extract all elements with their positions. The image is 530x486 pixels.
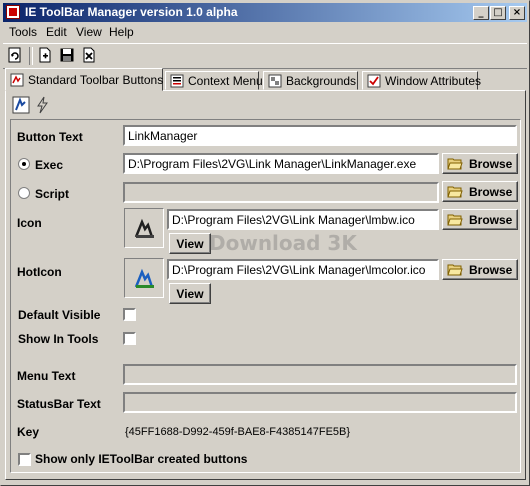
hoticon-label: HotIcon — [17, 265, 62, 279]
minimize-button[interactable]: _ — [473, 6, 489, 20]
backgrounds-icon — [268, 74, 282, 88]
exec-path-field[interactable]: D:\Program Files\2VG\Link Manager\LinkMa… — [123, 153, 439, 174]
tab-label: Context Menu — [188, 74, 263, 88]
linkmanager-bw-icon — [134, 218, 154, 238]
key-label: Key — [17, 425, 40, 439]
script-radio[interactable] — [18, 187, 30, 199]
script-browse-button[interactable]: Browse — [442, 181, 518, 202]
tab-window-attributes[interactable]: Window Attributes — [362, 71, 482, 90]
browse-label: Browse — [469, 157, 513, 171]
browse-label: Browse — [469, 213, 513, 227]
refresh-icon[interactable] — [7, 47, 25, 65]
folder-open-icon — [447, 185, 463, 198]
view-label: View — [176, 237, 204, 251]
linkmanager-color-icon — [134, 268, 154, 288]
folder-open-icon — [447, 157, 463, 170]
show-in-tools-label: Show In Tools — [18, 332, 99, 346]
menu-text-label: Menu Text — [17, 369, 76, 383]
folder-open-icon — [447, 263, 463, 276]
button-text-field[interactable]: LinkManager — [123, 125, 517, 146]
show-in-tools-checkbox[interactable] — [123, 332, 136, 345]
panel-toolbar — [10, 94, 52, 116]
statusbar-text-label: StatusBar Text — [17, 397, 101, 411]
view-label: View — [176, 287, 204, 301]
tab-strip: Standard Toolbar Buttons Context Menu Ba… — [5, 68, 527, 91]
folder-open-icon — [447, 213, 463, 226]
close-button[interactable]: × — [509, 6, 525, 20]
exec-radio[interactable] — [18, 158, 30, 170]
key-value: {45FF1688-D992-459f-BAE8-F4385147FE5B} — [125, 426, 351, 438]
main-window: IE ToolBar Manager version 1.0 alpha _ □… — [0, 0, 530, 486]
tab-standard-toolbar-buttons[interactable]: Standard Toolbar Buttons — [5, 68, 163, 91]
browse-label: Browse — [469, 263, 513, 277]
save-icon[interactable] — [59, 47, 77, 65]
app-icon — [6, 5, 20, 19]
toolbar — [3, 43, 527, 69]
hoticon-view-button[interactable]: View — [169, 283, 211, 304]
tab-label: Backgrounds — [286, 74, 357, 88]
new-document-icon[interactable] — [37, 47, 55, 65]
button-text-label: Button Text — [17, 130, 83, 144]
menu-bar: Tools Edit View Help — [3, 23, 527, 41]
watermark: Download 3K — [209, 231, 357, 255]
exec-browse-button[interactable]: Browse — [442, 153, 518, 174]
window-attributes-icon — [367, 74, 381, 88]
icon-browse-button[interactable]: Browse — [442, 209, 518, 230]
menu-view[interactable]: View — [76, 25, 102, 39]
window-title: IE ToolBar Manager version 1.0 alpha — [25, 5, 238, 19]
menu-text-field[interactable] — [123, 364, 517, 385]
tab-label: Standard Toolbar Buttons — [28, 73, 164, 87]
context-menu-icon — [170, 74, 184, 88]
toolbar-separator — [29, 47, 33, 65]
maximize-button[interactable]: □ — [490, 6, 506, 20]
hoticon-browse-button[interactable]: Browse — [442, 259, 518, 280]
show-only-checkbox[interactable] — [18, 453, 31, 466]
default-visible-label: Default Visible — [18, 308, 101, 322]
browse-label: Browse — [469, 185, 513, 199]
menu-edit[interactable]: Edit — [46, 25, 67, 39]
add-button-icon[interactable] — [12, 96, 30, 117]
tab-label: Window Attributes — [385, 74, 482, 88]
title-bar[interactable]: IE ToolBar Manager version 1.0 alpha _ □… — [3, 3, 527, 22]
icon-label: Icon — [17, 216, 42, 230]
menu-help[interactable]: Help — [109, 25, 134, 39]
statusbar-text-field[interactable] — [123, 392, 517, 413]
hoticon-preview — [124, 258, 164, 298]
menu-tools[interactable]: Tools — [9, 25, 37, 39]
tab-backgrounds[interactable]: Backgrounds — [263, 71, 358, 90]
delete-icon[interactable] — [81, 47, 99, 65]
toolbar-buttons-icon — [10, 73, 24, 87]
tab-context-menu[interactable]: Context Menu — [165, 71, 263, 90]
show-only-label: Show only IEToolBar created buttons — [35, 452, 248, 466]
script-label: Script — [35, 187, 70, 201]
lightning-icon[interactable] — [34, 96, 50, 117]
hoticon-path-field[interactable]: D:\Program Files\2VG\Link Manager\lmcolo… — [167, 259, 439, 280]
icon-view-button[interactable]: View — [169, 233, 211, 254]
default-visible-checkbox[interactable] — [123, 308, 136, 321]
exec-label: Exec — [35, 158, 64, 172]
icon-preview — [124, 208, 164, 248]
icon-path-field[interactable]: D:\Program Files\2VG\Link Manager\lmbw.i… — [167, 209, 439, 230]
script-path-field[interactable] — [123, 182, 439, 203]
